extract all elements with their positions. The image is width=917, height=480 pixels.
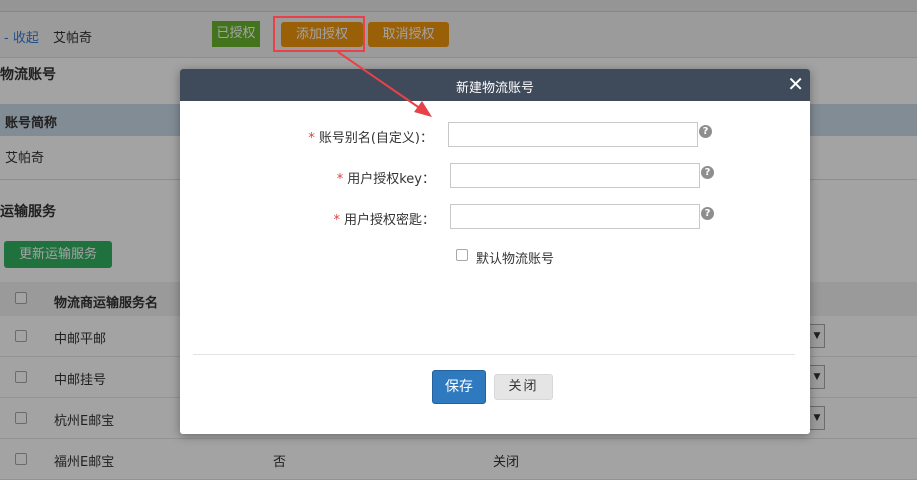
auth-secret-input[interactable] xyxy=(450,204,700,229)
help-icon[interactable]: ? xyxy=(701,207,714,220)
required-mark: * xyxy=(336,172,344,187)
auth-secret-label-text: 用户授权密匙： xyxy=(343,213,435,228)
new-logistics-account-dialog: 新建物流账号 ✕ * 账号别名(自定义)： ? * 用户授权key： ? * 用户授权… xyxy=(180,69,810,434)
close-button[interactable]: 关闭 xyxy=(494,374,553,400)
close-icon[interactable]: ✕ xyxy=(787,72,804,96)
default-account-checkbox[interactable] xyxy=(456,249,468,261)
help-icon[interactable]: ? xyxy=(699,125,712,138)
form-row-alias: * 账号别名(自定义)： ? xyxy=(180,122,810,148)
auth-key-input[interactable] xyxy=(450,163,700,188)
dialog-header: 新建物流账号 ✕ xyxy=(180,69,810,101)
dialog-divider xyxy=(193,354,795,355)
help-icon[interactable]: ? xyxy=(701,166,714,179)
alias-label-text: 账号别名(自定义)： xyxy=(318,131,433,146)
default-account-label: 默认物流账号 xyxy=(476,252,555,267)
auth-secret-label: * 用户授权密匙： xyxy=(333,209,435,228)
auth-key-label-text: 用户授权key： xyxy=(347,172,435,187)
dialog-title: 新建物流账号 xyxy=(455,81,534,96)
form-row-key: * 用户授权key： ? xyxy=(180,163,810,189)
auth-key-label: * 用户授权key： xyxy=(337,168,435,187)
form-row-secret: * 用户授权密匙： ? xyxy=(180,204,810,230)
alias-input[interactable] xyxy=(448,122,698,147)
required-mark: * xyxy=(333,213,340,228)
save-button[interactable]: 保存 xyxy=(432,370,486,404)
alias-label: * 账号别名(自定义)： xyxy=(308,127,433,146)
required-mark: * xyxy=(308,131,315,146)
